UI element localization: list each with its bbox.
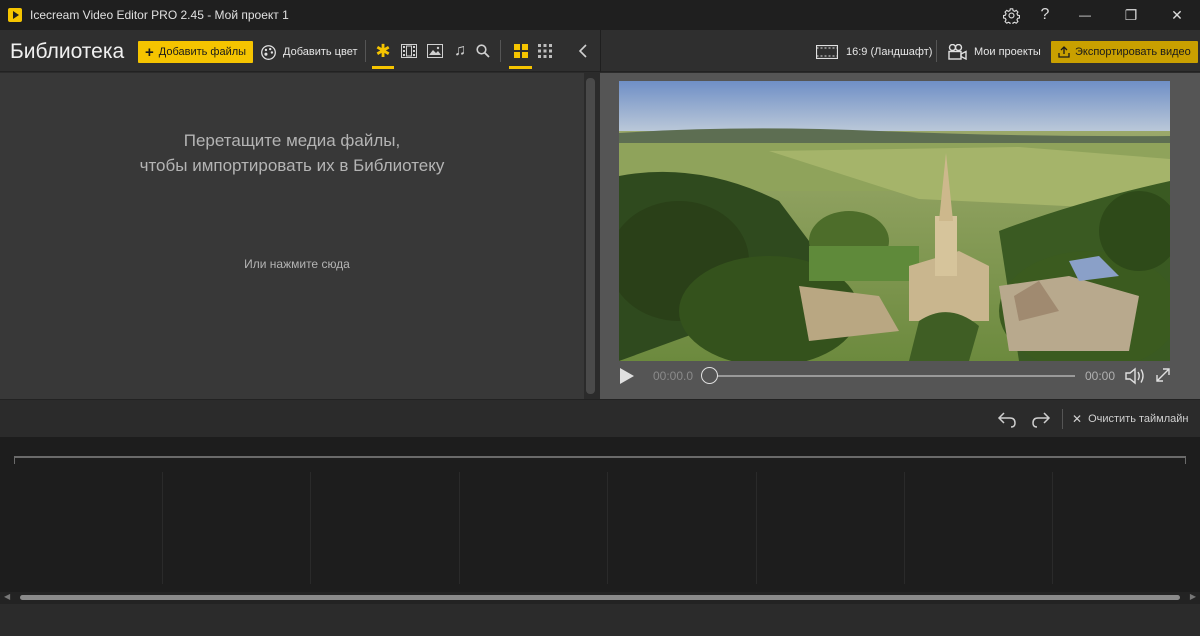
search-button[interactable] xyxy=(474,42,492,60)
title-bar: Icecream Video Editor PRO 2.45 - Мой про… xyxy=(0,0,1200,30)
player-controls: 00:00.0 00:00 xyxy=(619,363,1179,389)
volume-icon xyxy=(1125,367,1144,385)
settings-button[interactable] xyxy=(994,0,1028,30)
toolbar-divider xyxy=(1062,409,1063,429)
filter-audio-button[interactable]: ♫ xyxy=(451,42,469,60)
timeline-area[interactable] xyxy=(0,437,1200,592)
window-title: Icecream Video Editor PRO 2.45 - Мой про… xyxy=(30,8,289,22)
total-time: 00:00 xyxy=(1085,369,1116,383)
toolbar-divider xyxy=(365,40,366,62)
seek-bar[interactable] xyxy=(701,367,1075,384)
timeline-gridline xyxy=(459,472,460,584)
export-video-button[interactable]: Экспортировать видео xyxy=(1051,41,1198,63)
star-icon: ✱ xyxy=(375,40,391,61)
my-projects-label: Мои проекты xyxy=(974,46,1041,58)
timeline-ruler xyxy=(14,456,1186,458)
filter-video-button[interactable] xyxy=(400,42,418,60)
drop-zone-click-hint[interactable]: Или нажмите сюда xyxy=(0,257,594,271)
palette-icon xyxy=(261,44,276,60)
video-preview[interactable] xyxy=(619,81,1170,361)
grid-large-icon xyxy=(514,44,528,58)
timeline-gridline xyxy=(1052,472,1053,584)
add-files-label: Добавить файлы xyxy=(158,46,247,58)
gear-icon xyxy=(1002,7,1020,24)
timeline-scrollbar[interactable]: ◀ ▶ xyxy=(0,592,1200,604)
redo-icon xyxy=(1032,412,1051,428)
current-time: 00:00.0 xyxy=(653,369,694,383)
filter-image-button[interactable] xyxy=(426,42,444,60)
grid-small-icon xyxy=(538,44,552,58)
timeline-gridline xyxy=(904,472,905,584)
active-view-indicator xyxy=(509,66,532,69)
film-icon xyxy=(401,44,417,58)
search-icon xyxy=(476,44,490,58)
drop-zone-line-2: чтобы импортировать их в Библиотеку xyxy=(139,156,445,175)
filter-favorites-button[interactable]: ✱ xyxy=(374,40,392,61)
panel-divider xyxy=(600,30,601,72)
seek-handle[interactable] xyxy=(701,367,718,384)
scroll-left-arrow-icon[interactable]: ◀ xyxy=(4,592,10,601)
timeline-ruler-tick xyxy=(1185,456,1186,464)
camera-icon xyxy=(948,44,967,60)
image-icon xyxy=(427,44,443,58)
redo-button[interactable] xyxy=(1030,409,1052,429)
timeline-ruler-tick xyxy=(14,456,15,464)
timeline-toolbar: ✕ Очистить таймлайн xyxy=(0,399,1200,437)
fullscreen-button[interactable] xyxy=(1154,366,1174,386)
timeline-gridline xyxy=(162,472,163,584)
my-projects-button[interactable]: Мои проекты xyxy=(948,41,1041,63)
play-icon xyxy=(620,368,634,384)
close-button[interactable]: ✕ xyxy=(1154,0,1200,30)
view-large-grid-button[interactable] xyxy=(512,42,530,60)
help-button[interactable]: ? xyxy=(1028,0,1062,30)
main-toolbar: Библиотека + Добавить файлы Добавить цве… xyxy=(0,30,1200,72)
app-logo-icon xyxy=(8,8,22,22)
plus-icon: + xyxy=(145,43,154,61)
active-filter-indicator xyxy=(372,66,394,69)
add-color-button[interactable]: Добавить цвет xyxy=(260,41,357,63)
library-scrollbar[interactable] xyxy=(586,78,595,394)
fullscreen-icon xyxy=(1156,368,1170,382)
aspect-ratio-icon xyxy=(816,45,838,59)
window-controls: ? — ❐ ✕ xyxy=(994,0,1200,30)
aspect-ratio-button[interactable]: 16:9 (Ландшафт) xyxy=(816,41,932,63)
add-files-button[interactable]: + Добавить файлы xyxy=(138,41,254,63)
view-small-grid-button[interactable] xyxy=(536,42,554,60)
timeline-gridline xyxy=(310,472,311,584)
undo-icon xyxy=(997,412,1016,428)
library-drop-zone[interactable] xyxy=(0,73,584,399)
restore-button[interactable]: ❐ xyxy=(1108,0,1154,30)
preview-frame-image xyxy=(619,81,1170,361)
music-icon: ♫ xyxy=(454,42,466,59)
undo-button[interactable] xyxy=(996,409,1018,429)
collapse-library-button[interactable] xyxy=(574,42,592,60)
add-color-label: Добавить цвет xyxy=(283,46,358,58)
export-video-label: Экспортировать видео xyxy=(1075,46,1191,58)
aspect-ratio-label: 16:9 (Ландшафт) xyxy=(846,46,933,58)
timeline-gridline xyxy=(756,472,757,584)
drop-zone-message: Перетащите медиа файлы, чтобы импортиров… xyxy=(0,128,584,178)
toolbar-divider xyxy=(500,40,501,62)
minimize-button[interactable]: — xyxy=(1062,0,1108,30)
play-button[interactable] xyxy=(619,367,637,385)
volume-button[interactable] xyxy=(1124,366,1146,386)
timeline-gridline xyxy=(607,472,608,584)
export-icon xyxy=(1058,46,1070,58)
library-title: Библиотека xyxy=(10,40,125,63)
status-strip xyxy=(0,604,1200,636)
toolbar-divider xyxy=(936,40,937,62)
clear-icon: ✕ xyxy=(1072,412,1083,426)
scroll-right-arrow-icon[interactable]: ▶ xyxy=(1190,592,1196,601)
chevron-left-icon xyxy=(578,44,587,58)
clear-timeline-button[interactable]: ✕ Очистить таймлайн xyxy=(1072,408,1189,430)
timeline-scrollbar-thumb[interactable] xyxy=(20,595,1180,600)
clear-timeline-label: Очистить таймлайн xyxy=(1088,413,1189,425)
drop-zone-line-1: Перетащите медиа файлы, xyxy=(183,131,401,150)
